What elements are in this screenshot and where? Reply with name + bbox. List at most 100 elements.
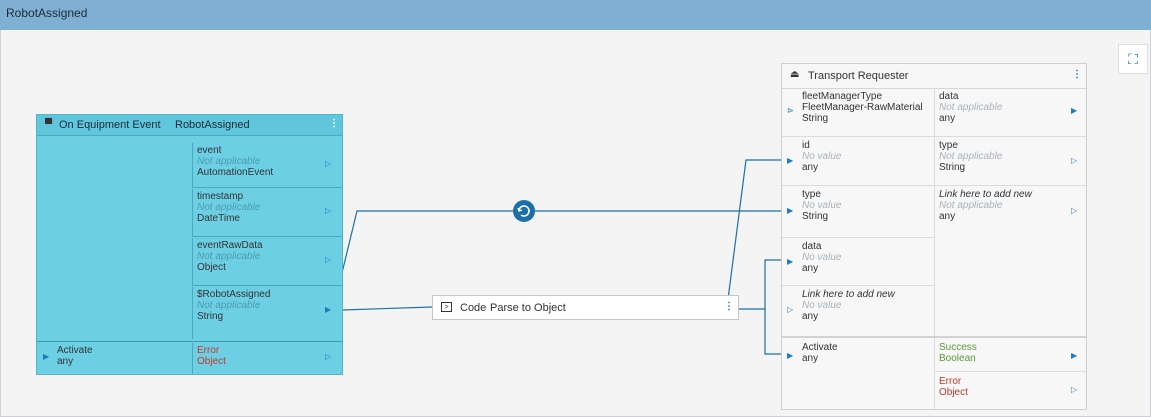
- output-name: type: [939, 140, 958, 151]
- output-port-icon[interactable]: ▷: [1071, 205, 1077, 216]
- output-event[interactable]: event Not applicable AutomationEvent ▷: [192, 143, 342, 188]
- wire-robotassigned-to-code: [341, 306, 433, 311]
- output-port-icon[interactable]: ▶: [325, 304, 331, 315]
- output-type: String: [197, 311, 224, 322]
- refresh-icon[interactable]: [513, 200, 535, 222]
- output-port-icon[interactable]: ▷: [325, 205, 331, 216]
- output-value: Not applicable: [197, 202, 261, 213]
- code-node[interactable]: > Code Parse to Object ⋮: [432, 295, 739, 320]
- output-port-icon[interactable]: ▶: [1071, 105, 1077, 116]
- code-node-name: Parse to Object: [490, 302, 566, 314]
- input-id[interactable]: ▶ id No value any: [782, 138, 934, 186]
- output-name: Error: [197, 345, 220, 356]
- input-fleetmanagertype[interactable]: ⊳ fleetManagerType FleetManager-RawMater…: [782, 89, 934, 137]
- output-value: Not applicable: [197, 251, 261, 262]
- input-data[interactable]: ▶ data No value any: [782, 239, 934, 286]
- wire-code-to-id: [726, 159, 783, 308]
- transport-node-header[interactable]: ⏏ Transport Requester ⋮: [782, 64, 1086, 89]
- input-type[interactable]: ▶ type No value String: [782, 187, 934, 238]
- event-node-header[interactable]: ▀ On Equipment Event RobotAssigned ⋮: [37, 115, 342, 136]
- input-value: No value: [802, 151, 842, 162]
- transport-node-title: Transport Requester: [808, 70, 909, 82]
- output-port-icon[interactable]: ▷: [325, 351, 331, 362]
- output-type-label: String: [939, 162, 966, 173]
- output-type: DateTime: [197, 213, 240, 224]
- output-timestamp[interactable]: timestamp Not applicable DateTime ▷: [192, 189, 342, 237]
- output-port-icon[interactable]: ▷: [325, 158, 331, 169]
- output-name: Success: [939, 342, 977, 353]
- output-name: event: [197, 145, 222, 156]
- input-port-icon[interactable]: ▶: [787, 256, 793, 267]
- input-name: fleetManagerType: [802, 91, 883, 102]
- terminal-icon: >: [441, 302, 452, 312]
- output-type: AutomationEvent: [197, 167, 274, 178]
- output-type: any: [939, 113, 956, 124]
- output-value: Not applicable: [939, 200, 1003, 211]
- output-type: Object: [197, 262, 226, 273]
- output-port-icon[interactable]: ▶: [1071, 350, 1077, 361]
- input-link-add-new[interactable]: ▷ Link here to add new No value any: [782, 287, 934, 335]
- output-type: Boolean: [939, 353, 976, 364]
- output-value: Not applicable: [939, 151, 1003, 162]
- output-name: timestamp: [197, 191, 244, 202]
- output-value: Not applicable: [939, 102, 1003, 113]
- input-type: any: [802, 311, 819, 322]
- input-name: Activate: [57, 345, 93, 356]
- output-data[interactable]: data Not applicable any ▶: [935, 89, 1086, 137]
- robot-icon: ⏏: [790, 69, 800, 80]
- output-type: Object: [939, 387, 968, 398]
- input-activate[interactable]: ▶ Activate any: [782, 340, 934, 372]
- event-node-menu-button[interactable]: ⋮: [329, 118, 339, 129]
- input-name: type: [802, 189, 821, 200]
- event-node-divider: [37, 341, 342, 342]
- input-type: any: [802, 263, 819, 274]
- input-port-icon[interactable]: ▷: [787, 304, 793, 315]
- input-type-label: String: [802, 211, 829, 222]
- input-activate[interactable]: ▶ Activate any: [37, 343, 192, 374]
- output-type: Object: [197, 356, 226, 367]
- input-port-icon[interactable]: ▶: [787, 155, 793, 166]
- output-type: any: [939, 211, 956, 222]
- event-node-subtitle: RobotAssigned: [175, 119, 250, 131]
- transport-requester-node[interactable]: ⏏ Transport Requester ⋮ ⊳ fleetManagerTy…: [781, 63, 1087, 410]
- wire-code-to-data: [738, 259, 783, 310]
- output-port-icon[interactable]: ▷: [1071, 384, 1077, 395]
- output-name: Link here to add new: [939, 189, 1032, 200]
- input-value: No value: [802, 200, 842, 211]
- input-type: any: [57, 356, 74, 367]
- input-name: Activate: [802, 342, 838, 353]
- transport-node-menu-button[interactable]: ⋮: [1072, 69, 1082, 80]
- output-name: data: [939, 91, 959, 102]
- input-type: String: [802, 113, 829, 124]
- output-robotassigned[interactable]: $RobotAssigned Not applicable String ▶: [192, 287, 342, 339]
- output-success[interactable]: Success Boolean ▶: [935, 340, 1086, 372]
- output-eventrawdata[interactable]: eventRawData Not applicable Object ▷: [192, 238, 342, 286]
- input-value: FleetManager-RawMaterial: [802, 102, 923, 113]
- input-port-icon[interactable]: ⊳: [787, 105, 794, 116]
- transport-node-divider: [782, 336, 1086, 338]
- input-value: No value: [802, 252, 842, 263]
- output-link-add-new[interactable]: Link here to add new Not applicable any …: [935, 187, 1086, 238]
- output-name: Error: [939, 376, 962, 387]
- input-type: any: [802, 353, 819, 364]
- input-port-icon[interactable]: ▶: [43, 351, 49, 362]
- output-port-icon[interactable]: ▷: [1071, 155, 1077, 166]
- output-error[interactable]: Error Object ▷: [192, 343, 342, 374]
- code-node-label: Code: [460, 302, 487, 314]
- monitor-icon: ▀: [45, 119, 53, 130]
- input-name: data: [802, 241, 822, 252]
- output-name: eventRawData: [197, 240, 263, 251]
- output-type[interactable]: type Not applicable String ▷: [935, 138, 1086, 186]
- input-type: any: [802, 162, 819, 173]
- code-node-menu-button[interactable]: ⋮: [724, 301, 734, 312]
- output-value: Not applicable: [197, 156, 261, 167]
- output-error[interactable]: Error Object ▷: [935, 374, 1086, 409]
- input-port-icon[interactable]: ▶: [787, 205, 793, 216]
- output-name: $RobotAssigned: [197, 289, 271, 300]
- output-port-icon[interactable]: ▷: [325, 254, 331, 265]
- event-node[interactable]: ▀ On Equipment Event RobotAssigned ⋮ eve…: [36, 114, 343, 375]
- input-port-icon[interactable]: ▶: [787, 350, 793, 361]
- output-value: Not applicable: [197, 300, 261, 311]
- input-value: No value: [802, 300, 842, 311]
- input-name: Link here to add new: [802, 289, 895, 300]
